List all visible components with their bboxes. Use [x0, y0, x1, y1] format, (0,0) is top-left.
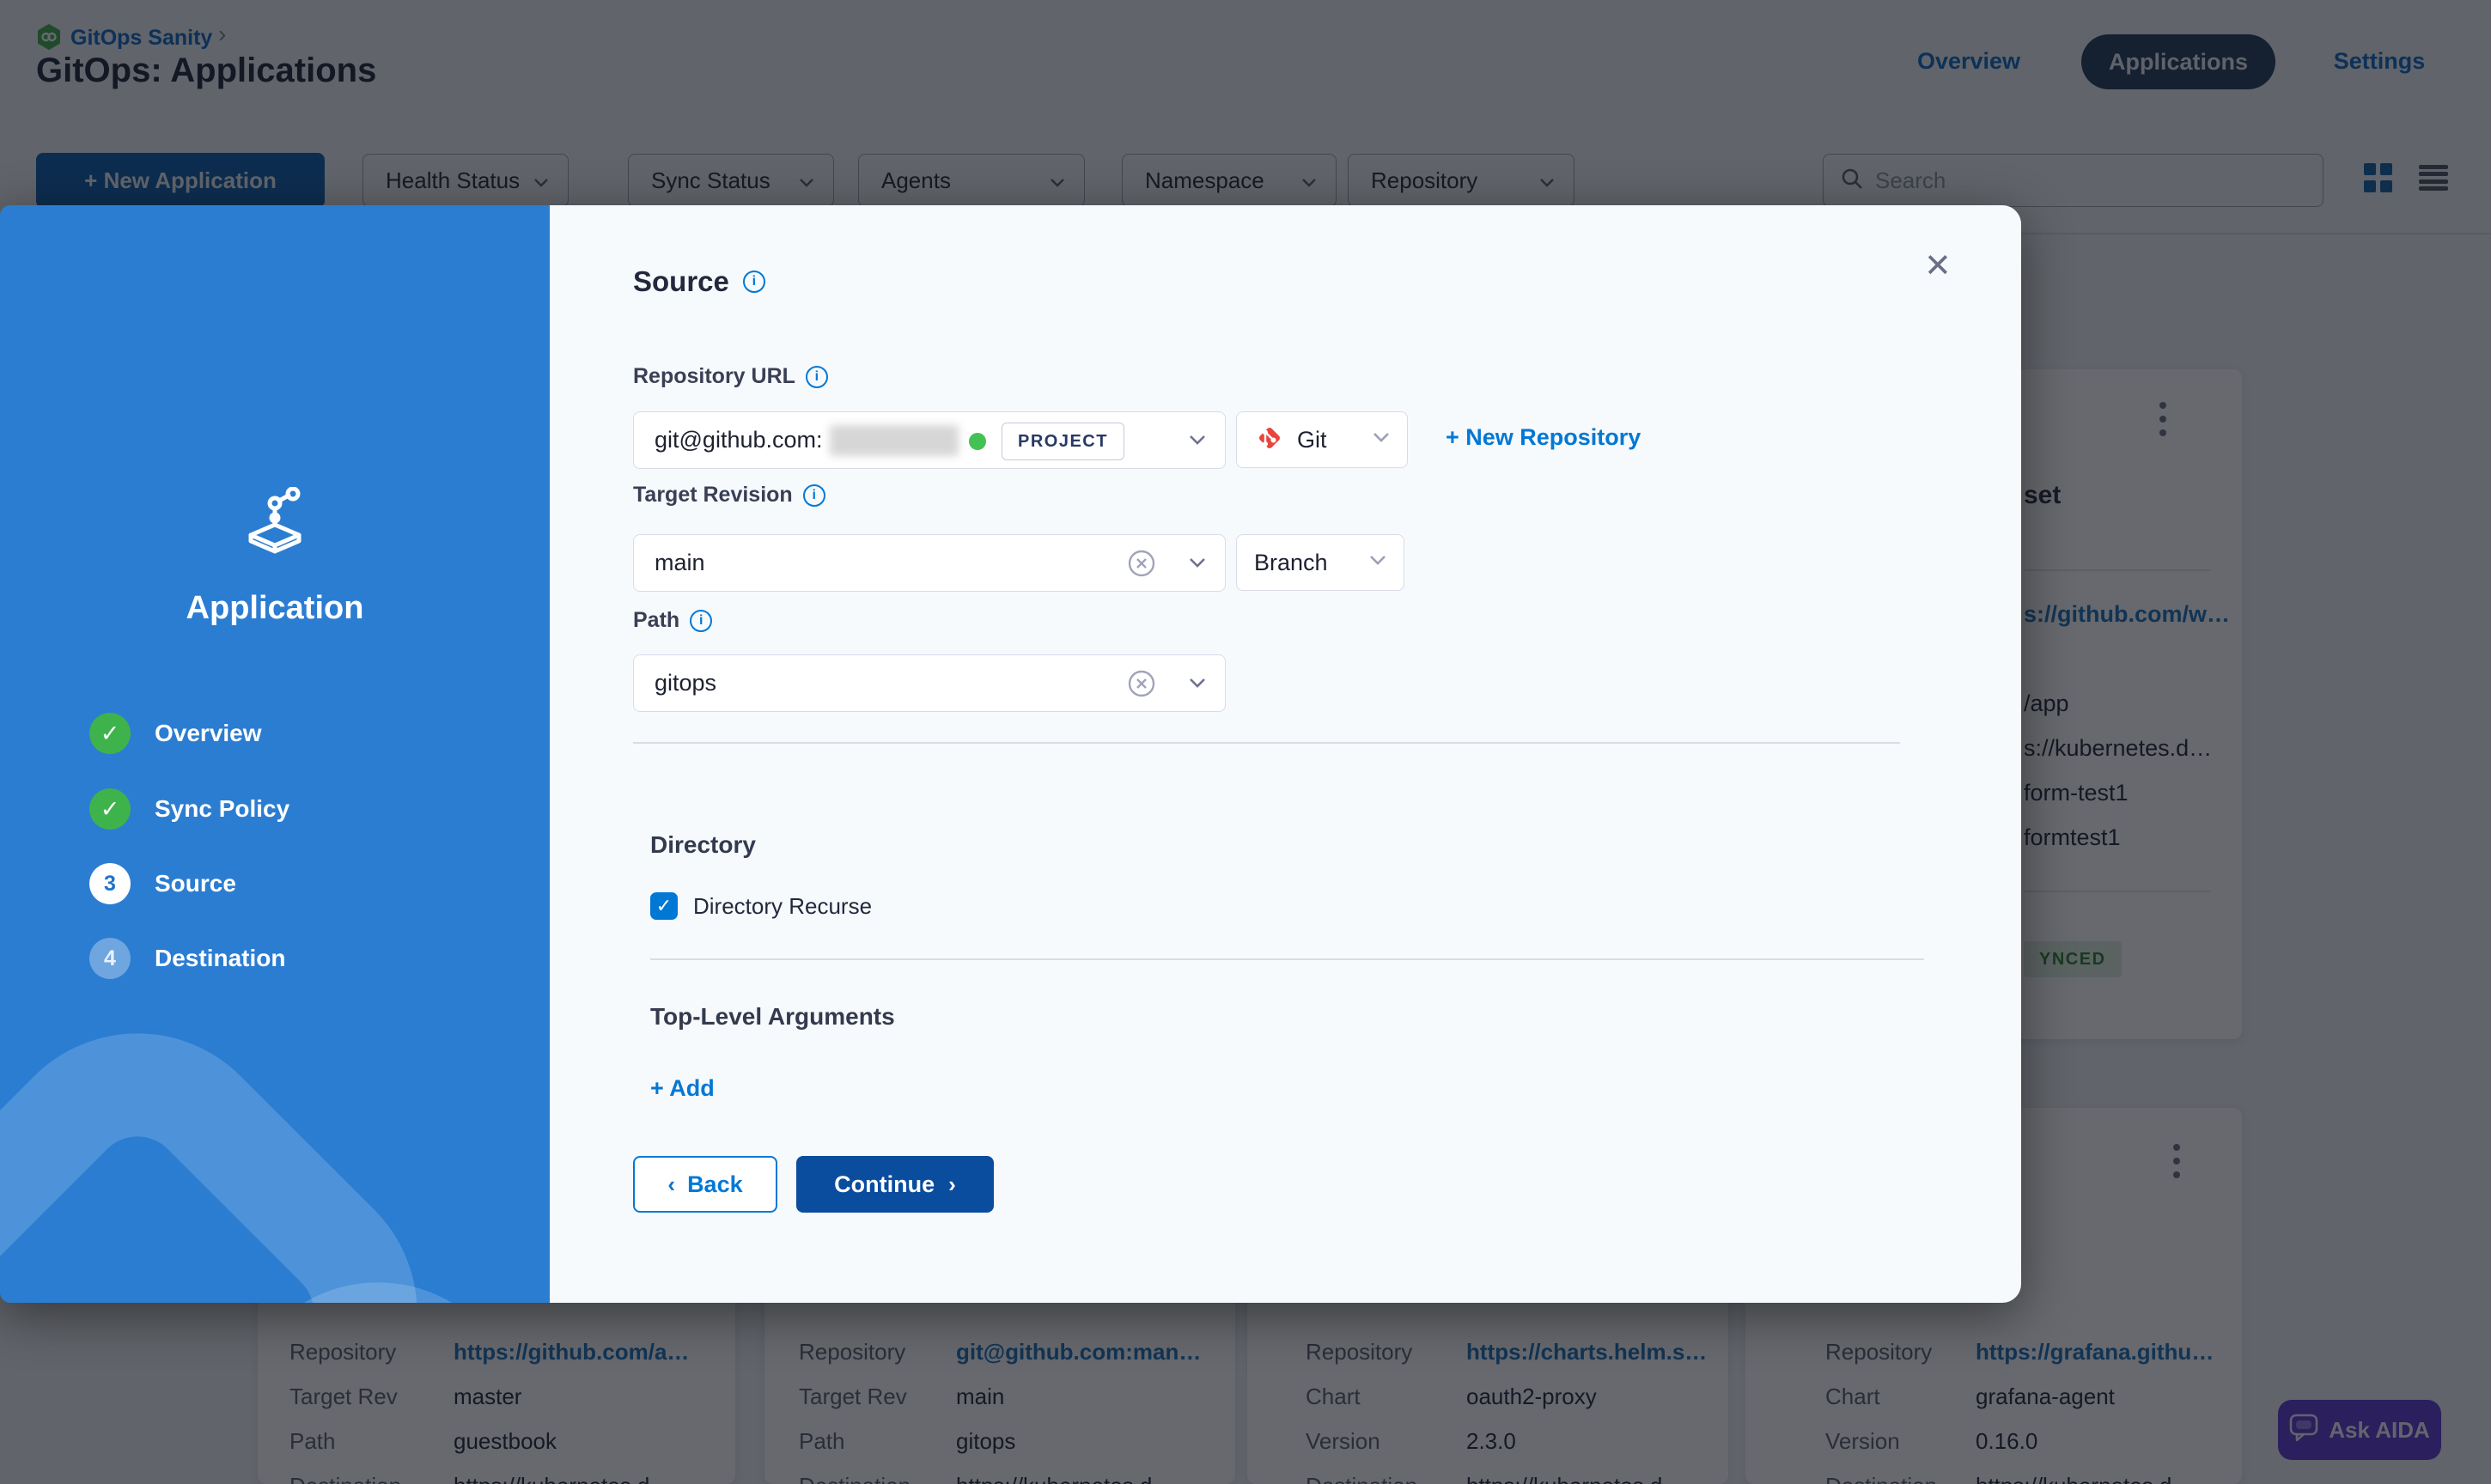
add-argument-link[interactable]: + Add [650, 1075, 715, 1102]
close-icon[interactable]: ✕ [1924, 250, 1952, 283]
chevron-down-icon[interactable] [1189, 557, 1206, 573]
source-step-panel: Source i ✕ Repository URL i git@github.c… [550, 205, 2021, 1303]
target-revision-label: Target Revision i [633, 483, 825, 508]
section-divider [633, 742, 1900, 744]
wizard-step-destination[interactable]: 4 Destination [89, 938, 285, 979]
info-icon[interactable]: i [806, 366, 828, 388]
directory-recurse-label: Directory Recurse [693, 893, 872, 920]
connection-type-select[interactable]: Git [1236, 411, 1408, 468]
wizard-step-overview[interactable]: ✓ Overview [89, 713, 262, 754]
info-icon[interactable]: i [690, 610, 712, 632]
connected-status-dot [969, 433, 986, 450]
path-value: gitops [634, 670, 716, 696]
revision-type-value: Branch [1254, 550, 1328, 576]
repository-url-field[interactable]: git@github.com: PROJECT [633, 411, 1226, 469]
wizard-sidebar: Application ✓ Overview ✓ Sync Policy 3 S… [0, 205, 550, 1303]
continue-button[interactable]: Continue › [796, 1156, 994, 1213]
step-number: 4 [89, 938, 131, 979]
directory-heading: Directory [650, 831, 756, 859]
chevron-down-icon [1369, 555, 1386, 570]
chevron-right-icon: › [948, 1173, 956, 1195]
new-repository-link[interactable]: + New Repository [1446, 424, 1641, 451]
section-divider [650, 958, 1924, 960]
directory-recurse-row: ✓ Directory Recurse [650, 892, 872, 920]
wizard-title: Application [0, 590, 550, 627]
target-revision-value: main [634, 550, 705, 576]
repository-url-value: git@github.com: [634, 427, 823, 453]
wizard-step-source[interactable]: 3 Source [89, 863, 236, 904]
application-icon [239, 487, 311, 563]
step-number: 3 [89, 863, 131, 904]
step-done-check-icon: ✓ [89, 713, 131, 754]
step-done-check-icon: ✓ [89, 788, 131, 830]
new-application-modal: Application ✓ Overview ✓ Sync Policy 3 S… [0, 205, 2021, 1303]
info-icon[interactable]: i [743, 271, 765, 293]
info-icon[interactable]: i [803, 484, 825, 507]
top-level-arguments-heading: Top-Level Arguments [650, 1003, 895, 1031]
directory-recurse-checkbox[interactable]: ✓ [650, 892, 678, 920]
scope-badge: PROJECT [1002, 423, 1124, 460]
git-icon [1254, 423, 1285, 458]
repository-url-label: Repository URL i [633, 364, 828, 389]
clear-icon[interactable] [1127, 549, 1156, 582]
panel-heading: Source i [633, 265, 765, 298]
clear-icon[interactable] [1127, 669, 1156, 702]
revision-type-select[interactable]: Branch [1236, 534, 1404, 591]
back-button[interactable]: ‹ Back [633, 1156, 777, 1213]
chevron-down-icon[interactable] [1189, 678, 1206, 693]
redacted-text [830, 425, 959, 456]
chevron-down-icon [1373, 432, 1390, 447]
target-revision-field[interactable]: main [633, 534, 1226, 592]
chevron-left-icon: ‹ [667, 1173, 675, 1195]
wizard-step-sync-policy[interactable]: ✓ Sync Policy [89, 788, 289, 830]
connection-type-value: Git [1297, 427, 1327, 453]
gitops-applications-page: GitOps Sanity › GitOps: Applications Ove… [0, 0, 2491, 1484]
path-label: Path i [633, 608, 712, 633]
harness-logo-watermark [0, 973, 478, 1303]
chevron-down-icon[interactable] [1189, 435, 1206, 450]
path-field[interactable]: gitops [633, 654, 1226, 712]
